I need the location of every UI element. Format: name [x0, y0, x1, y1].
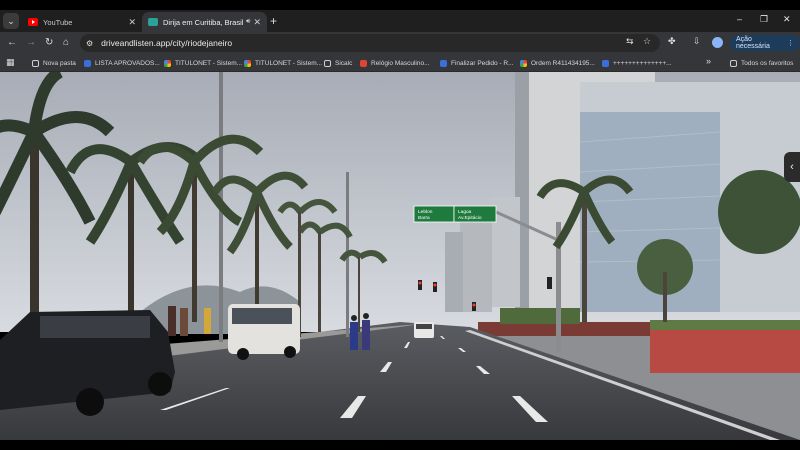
- road-sign-right-line-1: Lagoa: [458, 209, 472, 215]
- reload-icon: ↻: [45, 37, 54, 48]
- avatar[interactable]: [712, 37, 723, 48]
- bookmark-titulonet-1[interactable]: TITULONET - Sistem...: [164, 57, 242, 69]
- bookmark-label: Ordem R411434195...: [531, 59, 595, 67]
- tab-strip: ⌄ YouTube ✕ Dirija em Curitiba, Brasil -…: [0, 10, 800, 32]
- downloads-icon[interactable]: ⇩: [693, 36, 701, 47]
- close-icon[interactable]: ✕: [128, 17, 136, 28]
- bookmark-icon: [440, 59, 447, 67]
- youtube-icon: [28, 18, 38, 26]
- apps-icon[interactable]: ▦: [6, 57, 15, 68]
- bookmark-relogio[interactable]: Relógio Masculino...: [360, 57, 430, 69]
- chevron-down-icon: ⌄: [7, 15, 15, 26]
- bookmark-finalizar-pedido[interactable]: Finalizar Pedido - R...: [440, 57, 514, 69]
- bookmark-label: LISTA APROVADOS...: [95, 59, 160, 67]
- tab-drive-and-listen[interactable]: Dirija em Curitiba, Brasil - D 🔊︎ ✕: [142, 12, 267, 32]
- close-icon: ✕: [783, 14, 791, 24]
- home-icon: ⌂: [63, 37, 70, 48]
- video-viewport[interactable]: Leblon Barra Lagoa Av.Epitácio ‹: [0, 72, 800, 440]
- drive-and-listen-icon: [148, 18, 158, 26]
- bookmark-label: ++++++++++++++...: [613, 59, 672, 67]
- bookmark-ordem[interactable]: Ordem R411434195...: [520, 57, 595, 69]
- google-icon: [164, 59, 171, 67]
- bookmark-nova-pasta[interactable]: Nova pasta: [32, 57, 76, 69]
- bookmark-lista-aprovados[interactable]: LISTA APROVADOS...: [84, 57, 160, 69]
- action-required-button[interactable]: Ação necessária ⋮: [730, 35, 800, 51]
- shop-icon: [360, 59, 367, 67]
- plus-icon: +: [270, 14, 278, 28]
- road-sign-left-line-1: Leblon: [418, 209, 433, 215]
- google-icon: [244, 59, 251, 67]
- tab-title: YouTube: [43, 17, 73, 27]
- bookmark-icon: [602, 59, 609, 67]
- road-sign-right-line-2: Av.Epitácio: [458, 215, 482, 221]
- tab-title: Dirija em Curitiba, Brasil - D: [163, 17, 244, 27]
- reload-button[interactable]: ↻: [45, 36, 53, 50]
- minimize-button[interactable]: –: [737, 14, 742, 24]
- close-icon[interactable]: ✕: [253, 17, 261, 28]
- toolbar: ← → ↻ ⌂ ⚙ driveandlisten.app/city/riodej…: [0, 32, 800, 54]
- bookmark-sicalc[interactable]: Sicalc: [324, 57, 352, 69]
- road-sign: Leblon Barra Lagoa Av.Epitácio: [413, 205, 497, 223]
- google-icon: [520, 59, 527, 67]
- side-panel-toggle[interactable]: ‹: [784, 152, 800, 182]
- letterbox-top: [0, 0, 800, 10]
- bookmark-plus[interactable]: ++++++++++++++...: [602, 57, 672, 69]
- new-tab-button[interactable]: +: [270, 14, 277, 28]
- bookmark-label: Nova pasta: [43, 59, 76, 67]
- home-button[interactable]: ⌂: [63, 36, 69, 50]
- tab-search-button[interactable]: ⌄: [3, 13, 19, 29]
- arrow-right-icon: →: [26, 37, 36, 48]
- bookmark-label: TITULONET - Sistem...: [175, 59, 243, 67]
- letterbox-bottom: [0, 440, 800, 450]
- action-required-label: Ação necessária: [736, 36, 770, 50]
- speaker-icon[interactable]: 🔊︎: [246, 18, 250, 26]
- forward-button[interactable]: →: [26, 36, 36, 50]
- site-info-icon[interactable]: ⚙: [86, 39, 93, 48]
- bookmark-label: Relógio Masculino...: [371, 59, 430, 67]
- maximize-button[interactable]: ❐: [760, 14, 768, 25]
- restore-icon: ❐: [760, 14, 769, 24]
- bookmark-icon: [84, 59, 91, 67]
- arrow-left-icon: ←: [7, 37, 17, 48]
- bookmark-titulonet-2[interactable]: TITULONET - Sistem...: [244, 57, 322, 69]
- minimize-icon: –: [737, 14, 743, 24]
- address-bar[interactable]: ⚙ driveandlisten.app/city/riodejaneiro: [80, 34, 660, 52]
- bookmark-all-favorites[interactable]: Todos os favoritos: [730, 57, 793, 69]
- chevron-left-icon: ‹: [790, 161, 794, 173]
- close-window-button[interactable]: ✕: [783, 14, 791, 25]
- globe-icon: [324, 59, 331, 67]
- bookmark-label: TITULONET - Sistem...: [255, 59, 323, 67]
- address-url: driveandlisten.app/city/riodejaneiro: [101, 38, 233, 48]
- extensions-icon[interactable]: ✤: [668, 36, 676, 47]
- bookmark-label: Finalizar Pedido - R...: [451, 59, 514, 67]
- road-sign-left-line-2: Barra: [418, 215, 430, 221]
- back-button[interactable]: ←: [7, 36, 17, 50]
- folder-icon: [730, 59, 737, 67]
- star-icon[interactable]: ☆: [643, 36, 651, 47]
- more-vertical-icon: ⋮: [787, 40, 794, 47]
- street-scene: Leblon Barra Lagoa Av.Epitácio: [0, 72, 800, 440]
- bookmark-label: Todos os favoritos: [741, 59, 794, 67]
- browser-chrome: ⌄ YouTube ✕ Dirija em Curitiba, Brasil -…: [0, 10, 800, 72]
- translate-icon[interactable]: ⇆: [626, 36, 634, 47]
- tab-youtube[interactable]: YouTube ✕: [22, 12, 142, 32]
- folder-icon: [32, 59, 39, 67]
- bookmark-label: Sicalc: [335, 59, 353, 67]
- bookmarks-bar: ▦ Nova pasta LISTA APROVADOS... TITULONE…: [0, 54, 800, 72]
- bookmarks-overflow-icon[interactable]: »: [706, 56, 711, 66]
